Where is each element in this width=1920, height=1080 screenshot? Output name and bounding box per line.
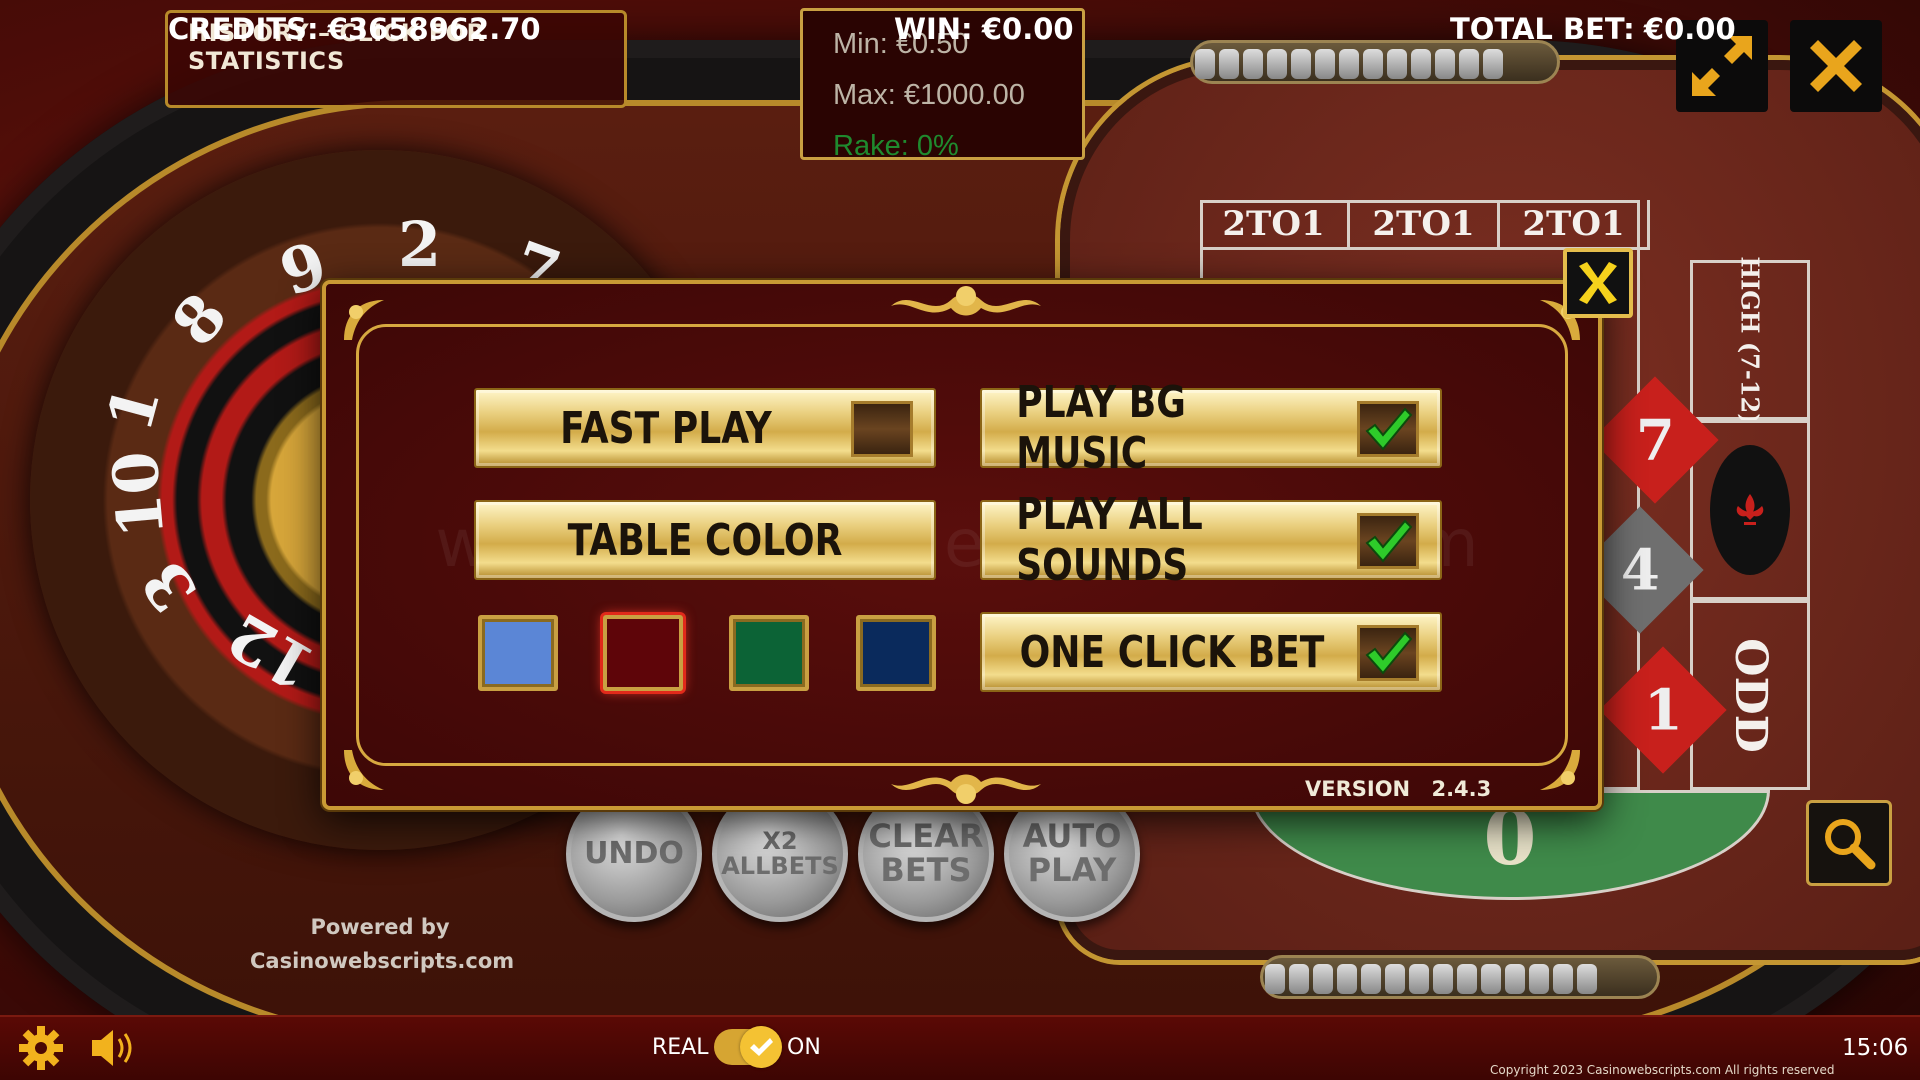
- version-label: VERSION: [1305, 777, 1411, 801]
- rake-info: Rake: 0%: [833, 130, 959, 162]
- corner-ornament-icon: [344, 300, 384, 340]
- win-display: WIN: €0.00: [894, 12, 1074, 46]
- clear-label-line1: CLEAR: [868, 817, 984, 856]
- auto-label-line1: AUTO: [1022, 817, 1122, 856]
- column-bet-2to1[interactable]: 2TO1: [1350, 200, 1500, 250]
- zoom-button[interactable]: [1806, 800, 1892, 886]
- magnifier-icon: [1825, 819, 1876, 870]
- high-bet-label: HIGH (7-12): [1735, 255, 1765, 425]
- toggle-knob: [740, 1026, 782, 1068]
- powered-by-credit: Powered by Casinowebscripts.com: [250, 910, 515, 978]
- credits-label: CREDITS:: [168, 12, 319, 46]
- bg-music-toggle[interactable]: PLAY BG MUSIC: [980, 377, 1442, 479]
- table-color-blue-swatch[interactable]: [478, 615, 558, 691]
- wheel-number: 2: [398, 208, 442, 281]
- one-click-bet-toggle[interactable]: ONE CLICK BET: [980, 612, 1442, 692]
- sound-button[interactable]: [88, 1025, 138, 1076]
- bg-music-checkbox[interactable]: [1357, 401, 1419, 457]
- corner-ornament-icon: [1540, 750, 1580, 790]
- checkmark-icon: [1365, 519, 1413, 563]
- total-bet-label: TOTAL BET:: [1450, 12, 1635, 46]
- table-color-label: TABLE COLOR: [567, 514, 843, 566]
- real-mode-toggle[interactable]: [714, 1026, 782, 1068]
- auto-label-line2: PLAY: [1027, 851, 1117, 889]
- credits-display: CREDITS: €3658962.70: [168, 12, 541, 46]
- fast-play-label: FAST PLAY: [560, 402, 772, 454]
- version-info: VERSION 2.4.3: [1305, 777, 1491, 801]
- win-label: WIN:: [894, 12, 973, 46]
- table-color-header: TABLE COLOR: [474, 500, 936, 580]
- wheel-number: 10: [98, 448, 179, 541]
- column-bet-2to1[interactable]: 2TO1: [1500, 200, 1650, 250]
- fleur-de-lis-icon: [1710, 445, 1790, 575]
- all-sounds-label: PLAY ALL SOUNDS: [1016, 489, 1203, 591]
- close-settings-button[interactable]: [1563, 248, 1633, 318]
- settings-gear-icon: [19, 1026, 63, 1070]
- exit-game-button[interactable]: [1790, 20, 1882, 112]
- all-sounds-checkbox[interactable]: [1357, 513, 1419, 569]
- checkmark-icon: [1365, 407, 1413, 451]
- credits-value: €3658962.70: [327, 12, 541, 46]
- number-label: 7: [1635, 407, 1675, 473]
- real-label: REAL: [652, 1035, 709, 1060]
- settings-button[interactable]: [18, 1025, 64, 1076]
- one-click-bet-checkbox[interactable]: [1357, 625, 1419, 681]
- all-sounds-toggle[interactable]: PLAY ALL SOUNDS: [980, 489, 1442, 591]
- column-bet-2to1[interactable]: 2TO1: [1200, 200, 1350, 250]
- clock: 15:06: [1842, 1035, 1909, 1061]
- bg-music-label: PLAY BG MUSIC: [1016, 377, 1186, 479]
- odd-bet-label: ODD: [1724, 637, 1776, 753]
- x2-label-line2: ALLBETS: [721, 852, 839, 880]
- powered-by-line1: Powered by: [310, 915, 450, 939]
- total-bet-display: TOTAL BET: €0.00: [1450, 12, 1736, 46]
- powered-by-line2: Casinowebscripts.com: [250, 949, 515, 973]
- on-label: ON: [787, 1035, 821, 1060]
- table-color-red-swatch[interactable]: [603, 615, 683, 691]
- one-click-bet-label: ONE CLICK BET: [1019, 626, 1325, 678]
- high-bet-cell[interactable]: HIGH (7-12): [1690, 256, 1810, 424]
- max-bet-limit: Max: €1000.00: [833, 79, 1025, 111]
- number-label: 4: [1620, 537, 1660, 603]
- total-bet-value: €0.00: [1643, 12, 1736, 46]
- top-ornament-icon: [881, 278, 1051, 324]
- fast-play-toggle[interactable]: FAST PLAY: [474, 388, 936, 468]
- close-x-icon: [1579, 262, 1617, 304]
- win-value: €0.00: [981, 12, 1074, 46]
- table-color-navy-swatch[interactable]: [856, 615, 936, 691]
- clear-label-line2: BETS: [880, 851, 972, 889]
- table-color-green-swatch[interactable]: [729, 615, 809, 691]
- corner-ornament-icon: [344, 750, 384, 790]
- undo-label: UNDO: [584, 836, 684, 872]
- bottom-ornament-icon: [881, 766, 1051, 812]
- fast-play-checkbox[interactable]: [851, 401, 913, 457]
- checkmark-icon: [750, 1038, 773, 1056]
- version-number: 2.4.3: [1431, 777, 1492, 801]
- checkmark-icon: [1365, 631, 1413, 675]
- chip-rack-bottom: [1260, 955, 1660, 999]
- chip-rack-top: [1190, 40, 1560, 84]
- number-label: 1: [1643, 677, 1683, 743]
- sound-speaker-icon: [92, 1030, 132, 1066]
- close-x-icon: [1810, 40, 1862, 92]
- copyright-text: Copyright 2023 Casinowebscripts.com All …: [1490, 1063, 1835, 1077]
- x2-label-line1: X2: [762, 826, 798, 855]
